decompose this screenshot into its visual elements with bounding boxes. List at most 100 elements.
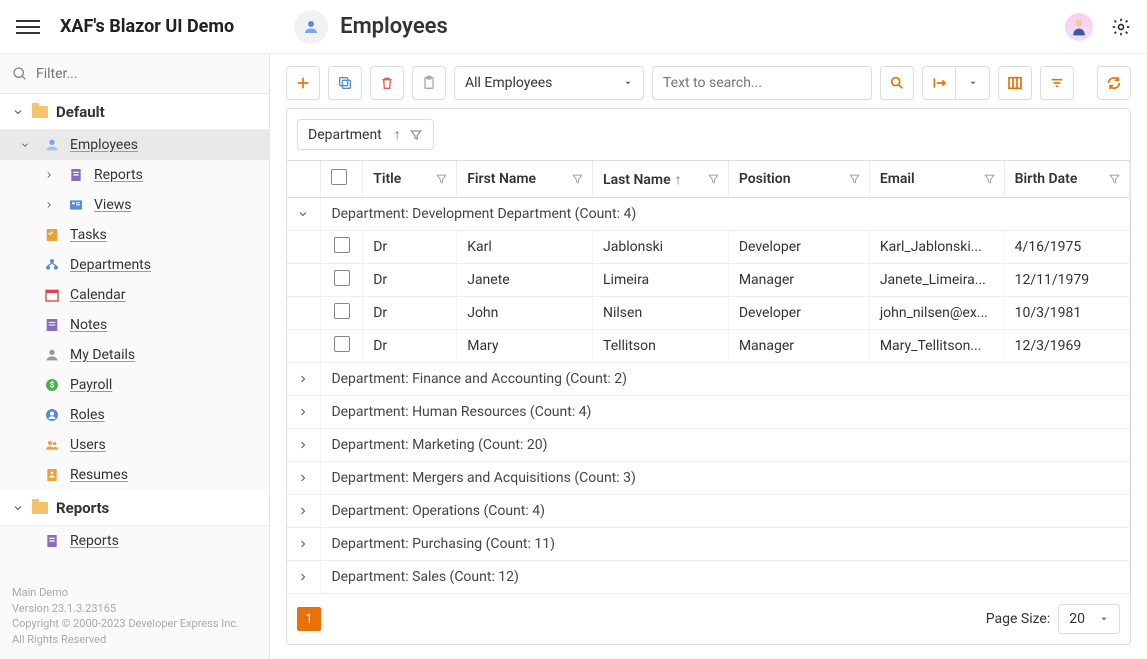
table-row[interactable]: DrJohnNilsenDeveloperjohn_nilsen@ex...10… <box>287 297 1130 330</box>
col-position[interactable]: Position <box>728 161 869 198</box>
sidebar-item-departments[interactable]: Departments <box>0 250 269 280</box>
filter-icon[interactable] <box>571 173 584 186</box>
group-row[interactable]: Department: Purchasing (Count: 11) <box>287 528 1130 561</box>
group-row[interactable]: Department: Mergers and Acquisitions (Co… <box>287 462 1130 495</box>
page-size-selector[interactable]: 20 <box>1058 604 1120 634</box>
search-input[interactable] <box>663 75 861 91</box>
col-first-name[interactable]: First Name <box>457 161 593 198</box>
page-1-button[interactable]: 1 <box>297 607 321 631</box>
person-icon <box>294 10 328 44</box>
group-row[interactable]: Department: Human Resources (Count: 4) <box>287 396 1130 429</box>
folder-icon <box>32 502 48 514</box>
search-icon <box>12 66 28 82</box>
sidebar-item-resumes[interactable]: Resumes <box>0 460 269 490</box>
table-row[interactable]: DrMaryTellitsonManagerMary_Tellitson...1… <box>287 330 1130 363</box>
clone-button[interactable] <box>328 66 362 100</box>
sidebar-item-payroll[interactable]: $Payroll <box>0 370 269 400</box>
filter-icon[interactable] <box>435 173 448 186</box>
column-chooser-button[interactable] <box>998 66 1032 100</box>
user-avatar[interactable] <box>1065 13 1093 41</box>
refresh-button[interactable] <box>1097 66 1131 100</box>
table-row[interactable]: DrKarlJablonskiDeveloperKarl_Jablonski..… <box>287 231 1130 264</box>
cell-position: Manager <box>728 330 869 363</box>
sidebar-item-roles[interactable]: Roles <box>0 400 269 430</box>
page-size-value: 20 <box>1069 611 1085 627</box>
users-icon <box>44 437 60 453</box>
filter-icon[interactable] <box>707 173 720 186</box>
group-chip-department[interactable]: Department ↑ <box>297 119 434 150</box>
cell-first: Janete <box>457 264 593 297</box>
sidebar-item-reports[interactable]: Reports <box>0 160 269 190</box>
page-title: Employees <box>340 14 448 39</box>
sidebar-item-views[interactable]: Views <box>0 190 269 220</box>
select-all-col[interactable] <box>321 161 363 198</box>
sidebar-item-reports[interactable]: Reports <box>0 526 269 556</box>
nav-filter-input[interactable] <box>36 66 257 82</box>
cal-icon <box>44 287 60 303</box>
cell-birth: 4/16/1975 <box>1004 231 1129 264</box>
gear-icon[interactable] <box>1111 17 1131 37</box>
col-label: Email <box>880 171 915 187</box>
col-label: Position <box>739 171 791 187</box>
clipboard-button[interactable] <box>412 66 446 100</box>
caret-down-icon <box>623 78 633 88</box>
menu-toggle[interactable] <box>16 15 40 39</box>
sidebar-item-label: Notes <box>70 317 107 333</box>
sidebar-item-label: Resumes <box>70 467 128 483</box>
sidebar-item-label: Views <box>94 197 132 213</box>
cell-birth: 12/11/1979 <box>1004 264 1129 297</box>
col-label: Birth Date <box>1015 171 1078 187</box>
brand-title: XAF's Blazor UI Demo <box>60 16 234 37</box>
row-checkbox[interactable] <box>334 336 350 352</box>
col-title[interactable]: Title <box>363 161 457 198</box>
group-row[interactable]: Department: Operations (Count: 4) <box>287 495 1130 528</box>
view-selector-label: All Employees <box>465 75 552 91</box>
sidebar-item-my-details[interactable]: My Details <box>0 340 269 370</box>
search-button[interactable] <box>880 66 914 100</box>
col-label: First Name <box>467 171 536 187</box>
filter-icon[interactable] <box>983 173 996 186</box>
filter-icon[interactable] <box>848 173 861 186</box>
group-row[interactable]: Department: Sales (Count: 12) <box>287 561 1130 594</box>
cell-position: Manager <box>728 264 869 297</box>
filter-builder-button[interactable] <box>1040 66 1074 100</box>
new-button[interactable] <box>286 66 320 100</box>
cell-title: Dr <box>363 264 457 297</box>
group-row[interactable]: Department: Development Department (Coun… <box>287 198 1130 231</box>
delete-button[interactable] <box>370 66 404 100</box>
sidebar-item-calendar[interactable]: Calendar <box>0 280 269 310</box>
sidebar-item-users[interactable]: Users <box>0 430 269 460</box>
sidebar-item-label: Employees <box>70 137 138 153</box>
nav-group-default[interactable]: Default <box>0 94 269 130</box>
view-selector[interactable]: All Employees <box>454 66 644 100</box>
sidebar-item-notes[interactable]: Notes <box>0 310 269 340</box>
col-label: Title <box>373 171 401 187</box>
cell-title: Dr <box>363 330 457 363</box>
svg-text:$: $ <box>50 381 55 390</box>
sidebar-item-label: Calendar <box>70 287 126 303</box>
cell-birth: 10/3/1981 <box>1004 297 1129 330</box>
sidebar-item-tasks[interactable]: Tasks <box>0 220 269 250</box>
group-row[interactable]: Department: Finance and Accounting (Coun… <box>287 363 1130 396</box>
col-birth-date[interactable]: Birth Date <box>1004 161 1129 198</box>
row-checkbox[interactable] <box>334 237 350 253</box>
cell-first: Karl <box>457 231 593 264</box>
export-dropdown[interactable] <box>956 66 990 100</box>
report-icon <box>44 533 60 549</box>
group-row[interactable]: Department: Marketing (Count: 20) <box>287 429 1130 462</box>
table-row[interactable]: DrJaneteLimeiraManagerJanete_Limeira...1… <box>287 264 1130 297</box>
nav-group-reports[interactable]: Reports <box>0 490 269 526</box>
row-checkbox[interactable] <box>334 270 350 286</box>
cell-first: Mary <box>457 330 593 363</box>
filter-icon[interactable] <box>1108 173 1121 186</box>
sidebar-item-employees[interactable]: Employees <box>0 130 269 160</box>
col-email[interactable]: Email <box>869 161 1004 198</box>
dept-icon <box>44 257 60 273</box>
cell-email: Mary_Tellitson... <box>869 330 1004 363</box>
cell-last: Nilsen <box>593 297 729 330</box>
export-button[interactable] <box>922 66 956 100</box>
resumes-icon <box>44 467 60 483</box>
row-checkbox[interactable] <box>334 303 350 319</box>
col-last-name[interactable]: Last Name↑ <box>593 161 729 198</box>
filter-icon[interactable] <box>409 128 423 142</box>
